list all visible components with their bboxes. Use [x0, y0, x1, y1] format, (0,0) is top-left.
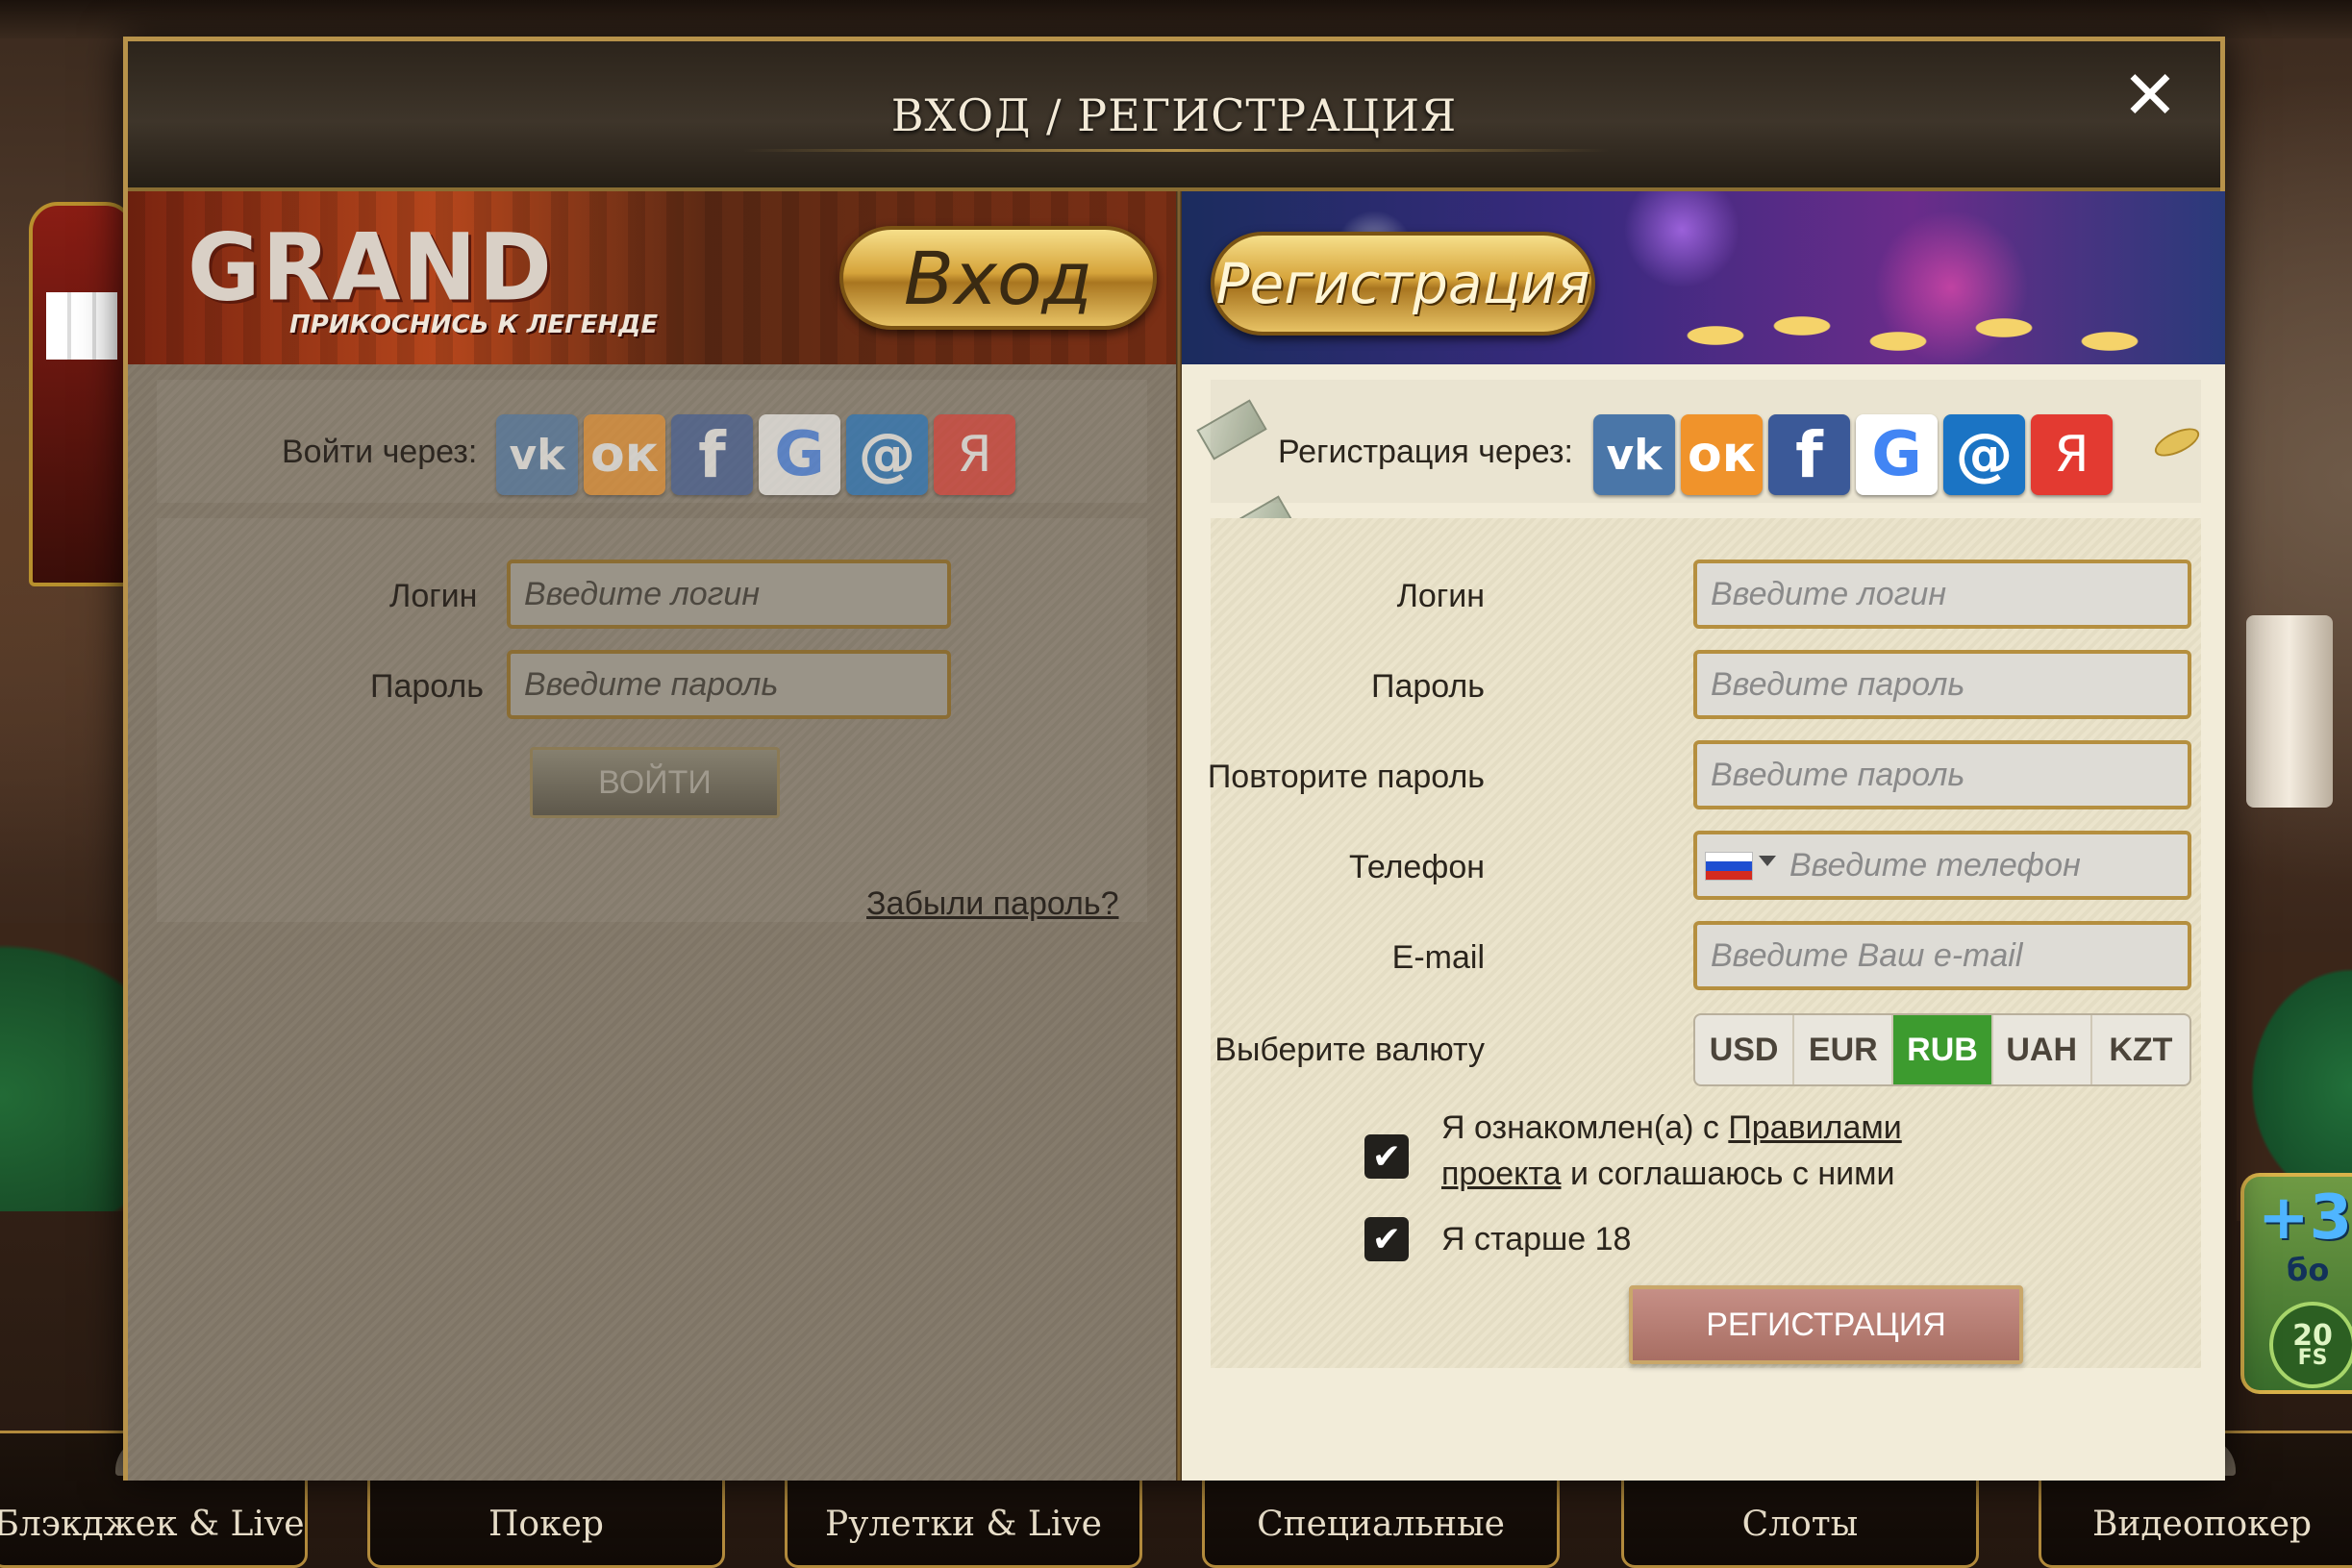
bonus-widget[interactable]: +3 бо 20 FS: [2240, 1173, 2352, 1394]
ceiling: [0, 0, 2352, 38]
password-label: Пароль: [370, 668, 484, 705]
free-spins-label: FS: [2297, 1345, 2328, 1370]
reg-password-input[interactable]: [1693, 650, 2191, 719]
slot-machine: [29, 202, 135, 586]
odnoklassniki-icon[interactable]: ок: [1681, 414, 1763, 495]
age-label: Я старше 18: [1441, 1221, 1632, 1257]
bonus-sub: бо: [2287, 1252, 2330, 1288]
reg-login-label: Логин: [1396, 578, 1485, 614]
register-social-label: Регистрация через:: [1278, 434, 1573, 470]
free-spins-count: 20: [2292, 1318, 2333, 1353]
login-label: Логин: [389, 578, 478, 614]
login-button[interactable]: ВОЙТИ: [530, 747, 780, 818]
yandex-icon[interactable]: Я: [2031, 414, 2113, 495]
russia-flag-icon[interactable]: [1705, 852, 1753, 881]
reg-login-input[interactable]: [1693, 560, 2191, 629]
login-social-buttons: vk ок f G @ Я: [496, 414, 1015, 495]
vk-icon[interactable]: vk: [496, 414, 578, 495]
free-spins-badge: 20 FS: [2269, 1302, 2352, 1388]
login-panel: GRAND ПРИКОСНИСЬ К ЛЕГЕНДЕ Вход Войти че…: [128, 191, 1176, 1481]
modal-title: ВХОД / РЕГИСТРАЦИЯ: [890, 89, 1458, 141]
facebook-icon[interactable]: f: [1768, 414, 1850, 495]
login-social-label: Войти через:: [282, 434, 478, 470]
facebook-icon[interactable]: f: [671, 414, 753, 495]
reg-password-label: Пароль: [1371, 668, 1485, 705]
register-button[interactable]: РЕГИСТРАЦИЯ: [1629, 1285, 2023, 1364]
category-label: Блэкджек & Live: [0, 1505, 305, 1544]
modal-header: ВХОД / РЕГИСТРАЦИЯ ✕: [128, 41, 2220, 191]
yandex-icon[interactable]: Я: [934, 414, 1015, 495]
currency-uah[interactable]: UAH: [1993, 1015, 2092, 1084]
register-social-buttons: vk ок f G @ Я: [1593, 414, 2113, 495]
category-label: Видеопокер: [2091, 1505, 2313, 1544]
age-checkbox[interactable]: ✔: [1364, 1217, 1409, 1261]
category-label: Покер: [488, 1505, 604, 1544]
forgot-password-link[interactable]: Забыли пароль?: [866, 885, 1119, 923]
currency-usd[interactable]: USD: [1695, 1015, 1795, 1084]
currency-selector: USD EUR RUB UAH KZT: [1693, 1013, 2191, 1086]
google-icon[interactable]: G: [1856, 414, 1938, 495]
register-banner: Регистрация: [1182, 191, 2225, 364]
category-label: Рулетки & Live: [825, 1505, 1102, 1544]
login-banner: GRAND ПРИКОСНИСЬ К ЛЕГЕНДЕ Вход: [128, 191, 1176, 364]
currency-eur[interactable]: EUR: [1794, 1015, 1894, 1084]
currency-kzt[interactable]: KZT: [2092, 1015, 2189, 1084]
grand-tagline: ПРИКОСНИСЬ К ЛЕГЕНДЕ: [289, 311, 659, 339]
phone-field: [1693, 831, 2191, 900]
email-input[interactable]: [1693, 921, 2191, 990]
rules-agreement-text: Я ознакомлен(а) с Правилами проекта и со…: [1441, 1105, 1980, 1197]
mailru-icon[interactable]: @: [1943, 414, 2025, 495]
rules-suffix: и соглашаюсь с ними: [1561, 1156, 1895, 1192]
vk-icon[interactable]: vk: [1593, 414, 1675, 495]
email-label: E-mail: [1391, 939, 1485, 976]
currency-rub[interactable]: RUB: [1893, 1015, 1993, 1084]
category-label: Слоты: [1741, 1505, 1859, 1544]
phone-label: Телефон: [1348, 849, 1485, 885]
mailru-icon[interactable]: @: [846, 414, 928, 495]
repeat-password-label: Повторите пароль: [1207, 759, 1485, 795]
auth-modal: ВХОД / РЕГИСТРАЦИЯ ✕ GRAND ПРИКОСНИСЬ К …: [123, 37, 2225, 1481]
bonus-amount: +3: [2258, 1182, 2352, 1254]
coins-decoration: [1687, 307, 2187, 364]
chevron-down-icon[interactable]: [1759, 856, 1776, 866]
login-plaque[interactable]: Вход: [839, 226, 1157, 330]
title-underline: [743, 149, 1609, 152]
currency-label: Выберите валюту: [1214, 1032, 1485, 1068]
password-input[interactable]: [507, 650, 951, 719]
register-plaque[interactable]: Регистрация: [1211, 232, 1595, 336]
category-label: Специальные: [1257, 1505, 1505, 1544]
grand-logo: GRAND: [188, 213, 554, 322]
repeat-password-input[interactable]: [1693, 740, 2191, 809]
rules-checkbox[interactable]: ✔: [1364, 1134, 1409, 1179]
login-input[interactable]: [507, 560, 951, 629]
rules-prefix: Я ознакомлен(а) с: [1441, 1109, 1729, 1146]
close-icon[interactable]: ✕: [2120, 62, 2180, 129]
balustrade: [2246, 615, 2333, 808]
odnoklassniki-icon[interactable]: ок: [584, 414, 665, 495]
google-icon[interactable]: G: [759, 414, 840, 495]
register-panel: Регистрация Регистрация через: vk ок f G…: [1182, 191, 2225, 1481]
